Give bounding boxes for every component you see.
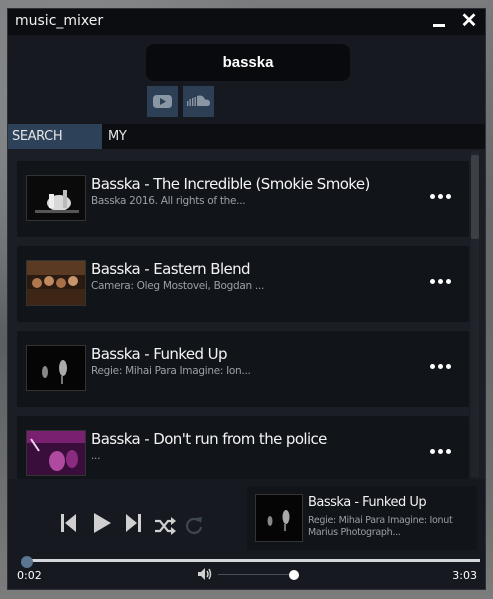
result-title: Basska - Funked Up bbox=[91, 345, 227, 363]
music-mixer-window: music_mixer ✕ SEARCH RESULTS MY PLAYLIST… bbox=[7, 8, 486, 590]
tab-my-playlists[interactable]: MY PLAYLISTS bbox=[104, 124, 184, 169]
soundcloud-source-button[interactable] bbox=[183, 86, 214, 117]
youtube-source-button[interactable] bbox=[147, 86, 178, 117]
result-thumbnail bbox=[26, 430, 86, 476]
minimize-button[interactable] bbox=[431, 13, 447, 29]
result-thumbnail bbox=[26, 345, 86, 391]
next-track-icon[interactable] bbox=[124, 512, 142, 534]
result-item[interactable]: Basska - Eastern Blend Camera: Oleg Most… bbox=[17, 246, 469, 322]
previous-track-icon[interactable] bbox=[60, 512, 78, 534]
current-time: 0:02 bbox=[17, 569, 42, 582]
app-title: music_mixer bbox=[15, 13, 104, 29]
more-options-button[interactable] bbox=[430, 359, 456, 375]
result-item[interactable]: Basska - Funked Up Regie: Mihai Para Ima… bbox=[17, 331, 469, 407]
result-title: Basska - Don't run from the police bbox=[91, 430, 327, 448]
soundcloud-icon bbox=[187, 95, 210, 106]
search-results-list: Basska - The Incredible (Smokie Smoke) B… bbox=[8, 149, 485, 479]
title-bar: music_mixer ✕ bbox=[8, 9, 485, 35]
more-options-button[interactable] bbox=[430, 444, 456, 460]
tab-bar: SEARCH RESULTS MY PLAYLISTS bbox=[8, 124, 485, 169]
now-playing-panel[interactable]: Basska - Funked Up Regie: Mihai Para Ima… bbox=[247, 486, 477, 550]
repeat-icon[interactable] bbox=[184, 514, 204, 536]
player-bar: Basska - Funked Up Regie: Mihai Para Ima… bbox=[8, 479, 485, 589]
progress-knob[interactable] bbox=[21, 556, 34, 568]
now-playing-description: Regie: Mihai Para Imagine: Ionut Marius … bbox=[308, 515, 453, 538]
result-description: ... bbox=[91, 450, 101, 462]
progress-bar[interactable] bbox=[22, 559, 480, 562]
results-scrollbar-thumb[interactable] bbox=[471, 155, 479, 239]
results-scrollbar[interactable] bbox=[471, 151, 479, 477]
close-button[interactable]: ✕ bbox=[460, 11, 478, 31]
duration-time: 3:03 bbox=[452, 569, 477, 582]
more-options-button[interactable] bbox=[430, 274, 456, 290]
search-input[interactable] bbox=[146, 44, 350, 81]
result-description: Regie: Mihai Para Imagine: Ion... bbox=[91, 365, 251, 377]
play-icon[interactable] bbox=[91, 512, 113, 534]
more-options-button[interactable] bbox=[430, 189, 456, 205]
result-thumbnail bbox=[26, 260, 86, 306]
result-thumbnail bbox=[26, 175, 86, 221]
shuffle-icon[interactable] bbox=[154, 515, 176, 537]
result-description: Basska 2016. All rights of the... bbox=[91, 195, 246, 207]
youtube-icon bbox=[153, 95, 172, 108]
result-title: Basska - Eastern Blend bbox=[91, 260, 251, 278]
now-playing-title: Basska - Funked Up bbox=[308, 495, 427, 510]
result-item[interactable]: Basska - Don't run from the police ... bbox=[17, 416, 469, 479]
volume-slider[interactable] bbox=[218, 574, 294, 575]
volume-icon[interactable] bbox=[197, 567, 213, 581]
volume-knob[interactable] bbox=[289, 570, 299, 580]
result-title: Basska - The Incredible (Smokie Smoke) bbox=[91, 175, 370, 193]
now-playing-thumbnail bbox=[255, 494, 303, 542]
search-area bbox=[8, 35, 485, 124]
result-item[interactable]: Basska - The Incredible (Smokie Smoke) B… bbox=[17, 161, 469, 237]
tab-search-results[interactable]: SEARCH RESULTS bbox=[8, 124, 102, 169]
result-description: Camera: Oleg Mostovei, Bogdan ... bbox=[91, 280, 264, 292]
